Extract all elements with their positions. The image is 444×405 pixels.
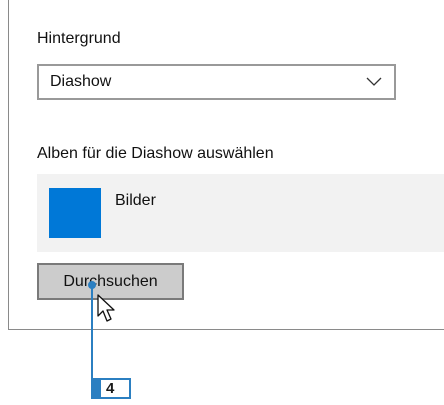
- screenshot-stage: Hintergrund Diashow Alben für die Diasho…: [0, 0, 444, 405]
- album-thumbnail: [49, 188, 101, 238]
- album-list-item[interactable]: Bilder: [37, 174, 444, 252]
- callout-line: [91, 284, 93, 386]
- album-name: Bilder: [115, 192, 156, 209]
- step-number: 4: [106, 380, 115, 397]
- mouse-pointer-icon: [97, 294, 115, 322]
- step-badge: 4: [91, 378, 131, 399]
- dropdown-selected-value: Diashow: [50, 73, 112, 90]
- step-badge-accent: [93, 380, 101, 397]
- chevron-down-icon: [366, 77, 382, 86]
- background-dropdown[interactable]: Diashow: [37, 64, 396, 100]
- background-label: Hintergrund: [37, 30, 121, 47]
- albums-label: Alben für die Diashow auswählen: [37, 145, 274, 162]
